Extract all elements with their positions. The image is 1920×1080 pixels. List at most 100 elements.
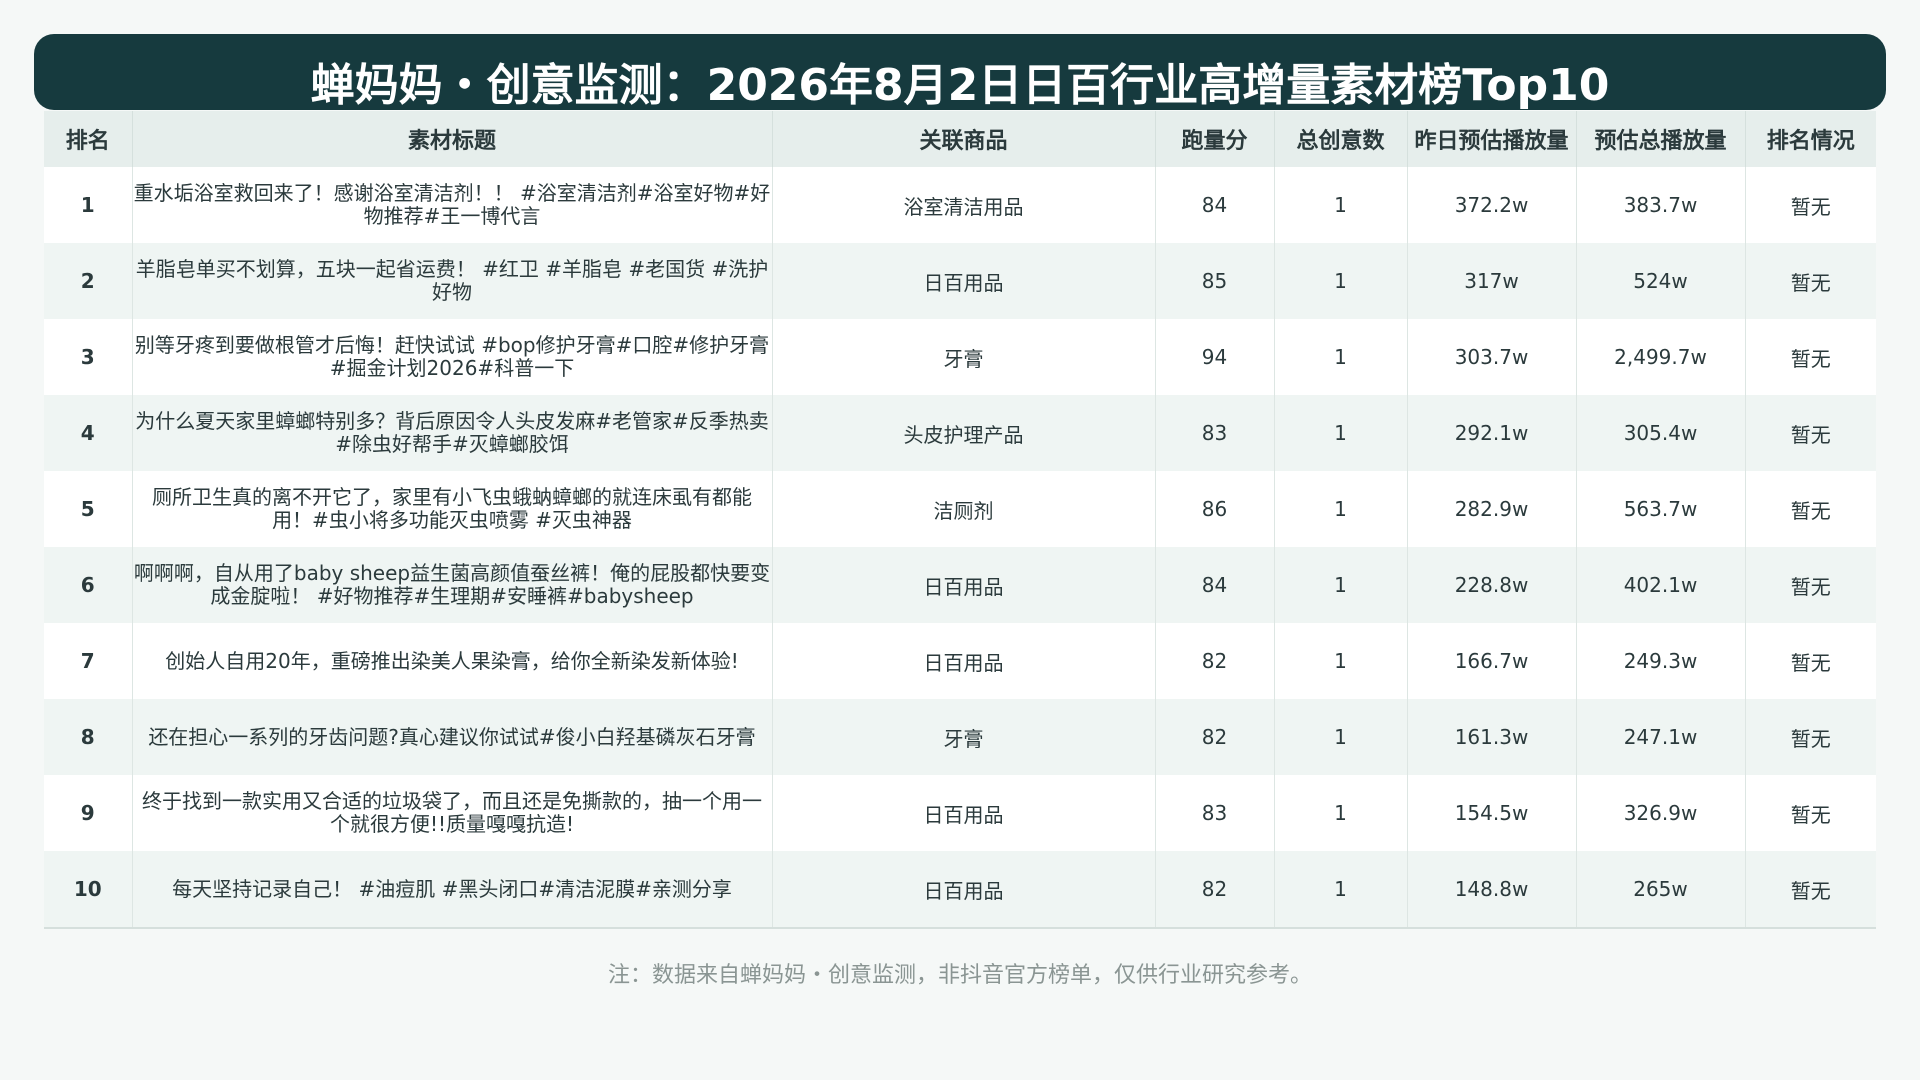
ranking-table: 排名 素材标题 关联商品 跑量分 总创意数 昨日预估播放量 预估总播放量 排名情… xyxy=(44,111,1876,929)
yesterday-plays-cell: 317w xyxy=(1406,243,1576,319)
rank-status-cell: 暂无 xyxy=(1744,471,1876,547)
score-cell: 86 xyxy=(1154,471,1274,547)
page-title: 蝉妈妈・创意监测：2026年8月2日日百行业高增量素材榜Top10 xyxy=(310,60,1610,111)
title-banner: 蝉妈妈・创意监测：2026年8月2日日百行业高增量素材榜Top10 xyxy=(34,34,1886,110)
total-plays-cell: 2,499.7w xyxy=(1575,319,1745,395)
score-cell: 84 xyxy=(1154,547,1274,623)
rank-status-cell: 暂无 xyxy=(1744,395,1876,471)
title-cell[interactable]: 重水垢浴室救回来了！感谢浴室清洁剂！！ #浴室清洁剂#浴室好物#好物推荐#王一博… xyxy=(131,167,772,243)
rank-cell: 3 xyxy=(80,345,95,369)
total-plays-cell: 305.4w xyxy=(1575,395,1745,471)
yesterday-plays-cell: 282.9w xyxy=(1406,471,1576,547)
creatives-cell: 1 xyxy=(1273,775,1407,851)
table-row[interactable]: 9 终于找到一款实用又合适的垃圾袋了，而且还是免撕款的，抽一个用一个就很方便!!… xyxy=(44,775,1876,851)
score-cell: 85 xyxy=(1154,243,1274,319)
title-cell[interactable]: 为什么夏天家里蟑螂特别多？背后原因令人头皮发麻#老管家#反季热卖#除虫好帮手#灭… xyxy=(131,395,772,471)
product-cell[interactable]: 浴室清洁用品 xyxy=(771,167,1155,243)
yesterday-plays-cell: 228.8w xyxy=(1406,547,1576,623)
title-cell[interactable]: 厕所卫生真的离不开它了，家里有小飞虫蛾蚋蟑螂的就连床虱有都能用！#虫小将多功能灭… xyxy=(131,471,772,547)
title-cell[interactable]: 创始人自用20年，重磅推出染美人果染膏，给你全新染发新体验! xyxy=(131,623,772,699)
score-cell: 82 xyxy=(1154,699,1274,775)
rank-cell: 7 xyxy=(80,649,95,673)
title-cell[interactable]: 啊啊啊，自从用了baby sheep益生菌高颜值蚕丝裤！俺的屁股都快要变成金腚啦… xyxy=(131,547,772,623)
product-cell[interactable]: 日百用品 xyxy=(771,547,1155,623)
column-header-total-plays[interactable]: 预估总播放量 xyxy=(1575,111,1745,167)
table-row[interactable]: 10 每天坚持记录自己！ #油痘肌 #黑头闭口#清洁泥膜#亲测分享 日百用品 8… xyxy=(44,851,1876,929)
product-cell[interactable]: 头皮护理产品 xyxy=(771,395,1155,471)
table-row[interactable]: 3 别等牙疼到要做根管才后悔！赶快试试 #bop修护牙膏#口腔#修护牙膏#掘金计… xyxy=(44,319,1876,395)
product-cell[interactable]: 牙膏 xyxy=(771,699,1155,775)
rank-status-cell: 暂无 xyxy=(1744,319,1876,395)
creatives-cell: 1 xyxy=(1273,167,1407,243)
table-row[interactable]: 4 为什么夏天家里蟑螂特别多？背后原因令人头皮发麻#老管家#反季热卖#除虫好帮手… xyxy=(44,395,1876,471)
rank-cell: 6 xyxy=(80,573,95,597)
column-header-yesterday-plays[interactable]: 昨日预估播放量 xyxy=(1406,111,1576,167)
yesterday-plays-cell: 161.3w xyxy=(1406,699,1576,775)
table-row[interactable]: 5 厕所卫生真的离不开它了，家里有小飞虫蛾蚋蟑螂的就连床虱有都能用！#虫小将多功… xyxy=(44,471,1876,547)
rank-cell: 9 xyxy=(80,801,95,825)
rank-cell: 10 xyxy=(44,851,132,929)
creatives-cell: 1 xyxy=(1273,623,1407,699)
rank-cell: 5 xyxy=(80,497,95,521)
yesterday-plays-cell: 303.7w xyxy=(1406,319,1576,395)
rank-status-cell: 暂无 xyxy=(1744,167,1876,243)
yesterday-plays-cell: 166.7w xyxy=(1406,623,1576,699)
score-cell: 83 xyxy=(1154,395,1274,471)
score-cell: 82 xyxy=(1154,851,1274,929)
product-cell[interactable]: 日百用品 xyxy=(771,243,1155,319)
creatives-cell: 1 xyxy=(1273,699,1407,775)
column-header-title[interactable]: 素材标题 xyxy=(131,111,772,167)
total-plays-cell: 265w xyxy=(1575,851,1745,929)
creatives-cell: 1 xyxy=(1273,243,1407,319)
column-header-rank[interactable]: 排名 xyxy=(44,111,132,167)
yesterday-plays-cell: 372.2w xyxy=(1406,167,1576,243)
table-row[interactable]: 2 羊脂皂单买不划算，五块一起省运费！ #红卫 #羊脂皂 #老国货 #洗护好物 … xyxy=(44,243,1876,319)
table-row[interactable]: 7 创始人自用20年，重磅推出染美人果染膏，给你全新染发新体验! 日百用品 82… xyxy=(44,623,1876,699)
table-row[interactable]: 6 啊啊啊，自从用了baby sheep益生菌高颜值蚕丝裤！俺的屁股都快要变成金… xyxy=(44,547,1876,623)
score-cell: 82 xyxy=(1154,623,1274,699)
rank-cell: 1 xyxy=(80,193,95,217)
rank-cell: 4 xyxy=(80,421,95,445)
total-plays-cell: 563.7w xyxy=(1575,471,1745,547)
total-plays-cell: 247.1w xyxy=(1575,699,1745,775)
table-row[interactable]: 8 还在担心一系列的牙齿问题?真心建议你试试#俊小白羟基磷灰石牙膏 牙膏 82 … xyxy=(44,699,1876,775)
product-cell[interactable]: 日百用品 xyxy=(771,623,1155,699)
column-header-score[interactable]: 跑量分 xyxy=(1154,111,1274,167)
product-cell[interactable]: 牙膏 xyxy=(771,319,1155,395)
score-cell: 83 xyxy=(1154,775,1274,851)
product-cell[interactable]: 日百用品 xyxy=(771,851,1155,929)
creatives-cell: 1 xyxy=(1273,471,1407,547)
column-header-product[interactable]: 关联商品 xyxy=(771,111,1155,167)
rank-status-cell: 暂无 xyxy=(1744,699,1876,775)
column-header-rank-status[interactable]: 排名情况 xyxy=(1744,111,1876,167)
total-plays-cell: 249.3w xyxy=(1575,623,1745,699)
rank-status-cell: 暂无 xyxy=(1744,623,1876,699)
title-cell[interactable]: 每天坚持记录自己！ #油痘肌 #黑头闭口#清洁泥膜#亲测分享 xyxy=(131,851,772,929)
rank-status-cell: 暂无 xyxy=(1744,775,1876,851)
creatives-cell: 1 xyxy=(1273,547,1407,623)
column-header-creatives[interactable]: 总创意数 xyxy=(1273,111,1407,167)
title-cell[interactable]: 别等牙疼到要做根管才后悔！赶快试试 #bop修护牙膏#口腔#修护牙膏#掘金计划2… xyxy=(131,319,772,395)
creatives-cell: 1 xyxy=(1273,395,1407,471)
total-plays-cell: 383.7w xyxy=(1575,167,1745,243)
total-plays-cell: 524w xyxy=(1575,243,1745,319)
total-plays-cell: 402.1w xyxy=(1575,547,1745,623)
rank-status-cell: 暂无 xyxy=(1744,243,1876,319)
total-plays-cell: 326.9w xyxy=(1575,775,1745,851)
title-cell[interactable]: 还在担心一系列的牙齿问题?真心建议你试试#俊小白羟基磷灰石牙膏 xyxy=(131,699,772,775)
creatives-cell: 1 xyxy=(1273,851,1407,929)
score-cell: 94 xyxy=(1154,319,1274,395)
rank-status-cell: 暂无 xyxy=(1744,547,1876,623)
title-cell[interactable]: 终于找到一款实用又合适的垃圾袋了，而且还是免撕款的，抽一个用一个就很方便!!质量… xyxy=(131,775,772,851)
rank-cell: 8 xyxy=(80,725,95,749)
creatives-cell: 1 xyxy=(1273,319,1407,395)
yesterday-plays-cell: 154.5w xyxy=(1406,775,1576,851)
table-row[interactable]: 1 重水垢浴室救回来了！感谢浴室清洁剂！！ #浴室清洁剂#浴室好物#好物推荐#王… xyxy=(44,167,1876,243)
title-cell[interactable]: 羊脂皂单买不划算，五块一起省运费！ #红卫 #羊脂皂 #老国货 #洗护好物 xyxy=(131,243,772,319)
rank-cell: 2 xyxy=(80,269,95,293)
rank-status-cell: 暂无 xyxy=(1744,851,1876,929)
product-cell[interactable]: 洁厕剂 xyxy=(771,471,1155,547)
footnote: 注：数据来自蝉妈妈・创意监测，非抖音官方榜单，仅供行业研究参考。 xyxy=(607,963,1312,988)
score-cell: 84 xyxy=(1154,167,1274,243)
product-cell[interactable]: 日百用品 xyxy=(771,775,1155,851)
